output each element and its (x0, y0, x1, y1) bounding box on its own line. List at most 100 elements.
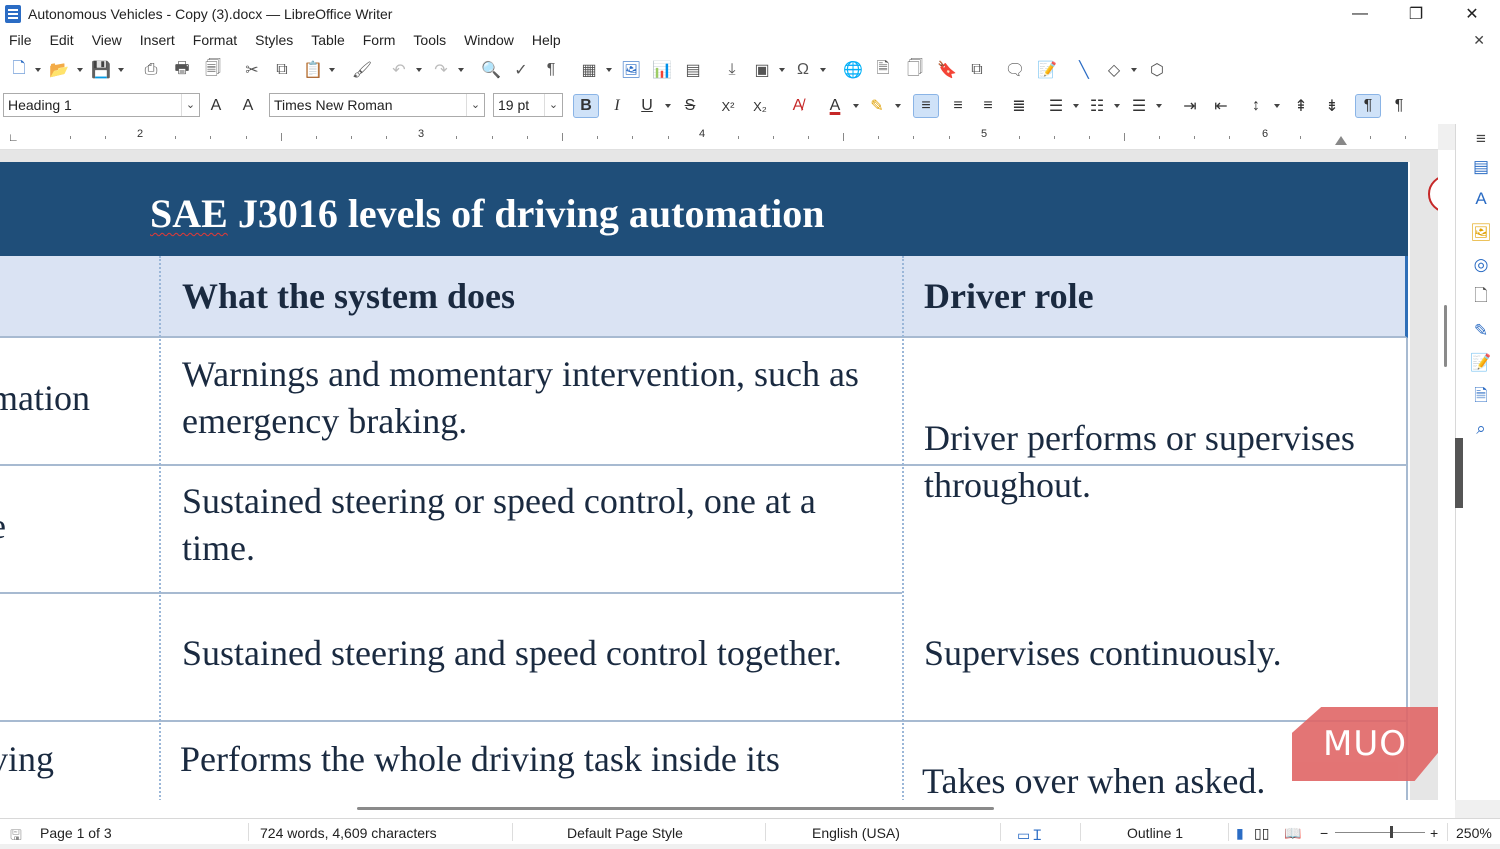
properties-icon[interactable]: ▤ (1470, 156, 1492, 178)
underline-button[interactable]: U (634, 94, 660, 118)
chevron-down-icon[interactable]: ⌄ (181, 94, 199, 116)
basic-shapes-icon[interactable]: ◇ (1103, 60, 1125, 80)
bookmark-icon[interactable]: 🔖 (936, 60, 958, 80)
print-preview-icon[interactable]: 🗐 (202, 60, 224, 80)
vertical-scrollbar[interactable] (1438, 150, 1455, 800)
align-left-icon[interactable]: ≡ (913, 94, 939, 118)
navigator-icon[interactable]: ◎ (1470, 254, 1492, 276)
highlight-color-icon[interactable]: ✎ (864, 94, 890, 118)
font-color-icon[interactable]: A (822, 94, 848, 118)
save-status-icon[interactable]: 🖫 (10, 825, 22, 849)
design-icon[interactable]: 🗎 (1470, 386, 1492, 408)
page-break-icon[interactable]: ⤓ (721, 60, 743, 80)
horizontal-scrollbar[interactable] (0, 800, 1455, 818)
close-button[interactable]: ✕ (1444, 0, 1500, 28)
undo-icon[interactable]: ↶ (388, 60, 410, 80)
update-style-icon[interactable]: A (203, 94, 229, 118)
sidebar-collapse-handle[interactable] (1455, 438, 1463, 508)
print-icon[interactable]: 🖶 (171, 60, 193, 80)
menu-table[interactable]: Table (302, 32, 353, 48)
find-icon[interactable]: ⌕ (1470, 418, 1492, 440)
page-icon[interactable]: 🗋 (1470, 286, 1492, 308)
paste-icon[interactable]: 📋 (302, 60, 324, 80)
numbered-list-icon[interactable]: ☷ (1084, 94, 1110, 118)
multi-page-view-icon[interactable]: ▯▯ (1254, 825, 1269, 842)
insert-chart-icon[interactable]: 📊 (651, 60, 673, 80)
menu-edit[interactable]: Edit (41, 32, 83, 48)
insert-table-icon[interactable]: ▦ (578, 60, 600, 80)
menu-form[interactable]: Form (354, 32, 405, 48)
track-changes-icon[interactable]: 📝 (1036, 60, 1058, 80)
clone-formatting-icon[interactable]: 🖌 (351, 60, 373, 80)
left-to-right-icon[interactable]: ¶ (1355, 94, 1381, 118)
line-spacing-icon[interactable]: ↕ (1243, 94, 1269, 118)
maximize-button[interactable]: ❐ (1388, 0, 1444, 28)
menu-file[interactable]: File (0, 32, 41, 48)
sidebar-menu-icon[interactable]: ≡ (1470, 128, 1492, 150)
insert-image-icon[interactable]: 🖼 (620, 60, 642, 80)
menu-view[interactable]: View (83, 32, 131, 48)
strikethrough-button[interactable]: S (677, 94, 703, 118)
zoom-level[interactable]: 250% (1456, 825, 1492, 841)
page-number[interactable]: Page 1 of 3 (40, 825, 112, 841)
decrease-paragraph-spacing-icon[interactable]: ⇟ (1319, 94, 1345, 118)
word-count[interactable]: 724 words, 4,609 characters (260, 825, 437, 841)
menu-insert[interactable]: Insert (131, 32, 184, 48)
formatting-marks-icon[interactable]: ¶ (540, 60, 562, 80)
tab-stop-icon[interactable]: ∟ (8, 132, 19, 144)
draw-functions-icon[interactable]: ⬡ (1146, 60, 1168, 80)
outline-list-icon[interactable]: ☰ (1126, 94, 1152, 118)
new-style-icon[interactable]: A (235, 94, 261, 118)
banner-title[interactable]: SAE J3016 levels of driving automation (150, 190, 824, 237)
new-document-icon[interactable]: 🗋 (8, 60, 30, 80)
hyperlink-icon[interactable]: 🌐 (842, 60, 864, 80)
styles-icon[interactable]: A (1470, 188, 1492, 210)
insert-field-icon[interactable]: ▣ (751, 60, 773, 80)
document-page[interactable]: SAE J3016 levels of driving automation W… (0, 162, 1410, 800)
redo-icon[interactable]: ↷ (430, 60, 452, 80)
find-replace-icon[interactable]: 🔍 (480, 60, 502, 80)
justify-icon[interactable]: ≣ (1006, 94, 1032, 118)
gallery-icon[interactable]: 🖼 (1470, 222, 1492, 244)
style-inspector-icon[interactable]: ✎ (1470, 320, 1492, 342)
insert-mode-icon[interactable]: ▭Ｉ (1017, 825, 1044, 845)
line-icon[interactable]: ╲ (1073, 60, 1095, 80)
zoom-out-icon[interactable]: − (1320, 825, 1328, 841)
horizontal-ruler[interactable]: ∟ 2 3 4 5 6 (0, 124, 1438, 150)
zoom-slider-handle[interactable] (1390, 826, 1393, 838)
right-to-left-icon[interactable]: ¶ (1386, 94, 1412, 118)
increase-indent-icon[interactable]: ⇥ (1177, 94, 1203, 118)
comment-icon[interactable]: 🗨 (1004, 60, 1026, 80)
superscript-button[interactable]: X² (715, 94, 741, 118)
clear-formatting-icon[interactable]: A̸ (785, 94, 811, 118)
bold-button[interactable]: B (573, 94, 599, 118)
insert-textbox-icon[interactable]: ▤ (682, 60, 704, 80)
font-size-combo[interactable]: 19 pt ⌄ (493, 93, 563, 117)
spelling-error-word[interactable]: SAE (150, 191, 228, 236)
zoom-in-icon[interactable]: + (1430, 825, 1438, 841)
scrollbar-thumb[interactable] (1444, 305, 1447, 367)
footnote-icon[interactable]: 🗎 (872, 60, 894, 80)
menu-window[interactable]: Window (455, 32, 523, 48)
align-right-icon[interactable]: ≡ (975, 94, 1001, 118)
decrease-indent-icon[interactable]: ⇤ (1208, 94, 1234, 118)
increase-paragraph-spacing-icon[interactable]: ⇞ (1288, 94, 1314, 118)
paragraph-style-combo[interactable]: Heading 1 ⌄ (3, 93, 200, 117)
save-icon[interactable]: 💾 (90, 60, 112, 80)
page-style[interactable]: Default Page Style (567, 825, 683, 841)
manage-changes-icon[interactable]: 📝 (1470, 352, 1492, 374)
menu-styles[interactable]: Styles (246, 32, 302, 48)
cut-icon[interactable]: ✂ (241, 60, 263, 80)
export-pdf-icon[interactable]: ⎙ (140, 60, 162, 80)
special-character-icon[interactable]: Ω (792, 60, 814, 80)
subscript-button[interactable]: X₂ (747, 94, 773, 118)
zoom-slider[interactable] (1335, 832, 1425, 833)
copy-icon[interactable]: ⧉ (271, 60, 293, 80)
menu-format[interactable]: Format (184, 32, 246, 48)
book-view-icon[interactable]: 📖 (1284, 825, 1301, 842)
language[interactable]: English (USA) (812, 825, 900, 841)
scrollbar-thumb[interactable] (357, 807, 994, 810)
font-name-combo[interactable]: Times New Roman ⌄ (269, 93, 485, 117)
chevron-down-icon[interactable]: ⌄ (544, 94, 562, 116)
bullet-list-icon[interactable]: ☰ (1043, 94, 1069, 118)
